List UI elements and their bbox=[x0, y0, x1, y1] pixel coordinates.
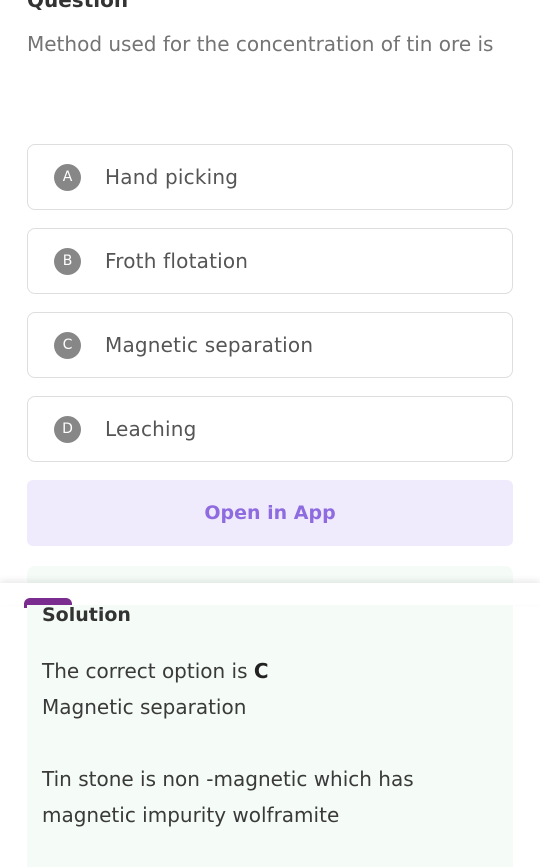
option-c[interactable]: C Magnetic separation bbox=[27, 312, 513, 378]
correct-option-letter: C bbox=[253, 659, 269, 683]
solution-card: Solution The correct option is C Magneti… bbox=[27, 604, 513, 867]
solution-heading: Solution bbox=[42, 604, 131, 626]
option-label: Froth flotation bbox=[105, 249, 249, 273]
option-label: Magnetic separation bbox=[105, 333, 314, 357]
option-letter-badge: A bbox=[54, 163, 81, 191]
correct-option-line: The correct option is C bbox=[42, 653, 492, 689]
sticky-app-banner bbox=[0, 583, 540, 605]
option-label: Leaching bbox=[105, 417, 197, 441]
open-in-app-button[interactable]: Open in App bbox=[27, 480, 513, 546]
option-letter-badge: B bbox=[54, 247, 81, 275]
correct-option-prefix: The correct option is bbox=[42, 659, 254, 683]
option-letter-badge: D bbox=[54, 415, 81, 443]
question-text: Method used for the concentration of tin… bbox=[27, 32, 494, 56]
correct-option-text: Magnetic separation bbox=[42, 695, 247, 719]
option-letter-badge: C bbox=[54, 331, 81, 359]
option-d[interactable]: D Leaching bbox=[27, 396, 513, 462]
solution-explanation: Tin stone is non -magnetic which has mag… bbox=[42, 767, 414, 827]
option-a[interactable]: A Hand picking bbox=[27, 144, 513, 210]
option-label: Hand picking bbox=[105, 165, 239, 189]
option-b[interactable]: B Froth flotation bbox=[27, 228, 513, 294]
question-heading: Question bbox=[27, 0, 129, 12]
